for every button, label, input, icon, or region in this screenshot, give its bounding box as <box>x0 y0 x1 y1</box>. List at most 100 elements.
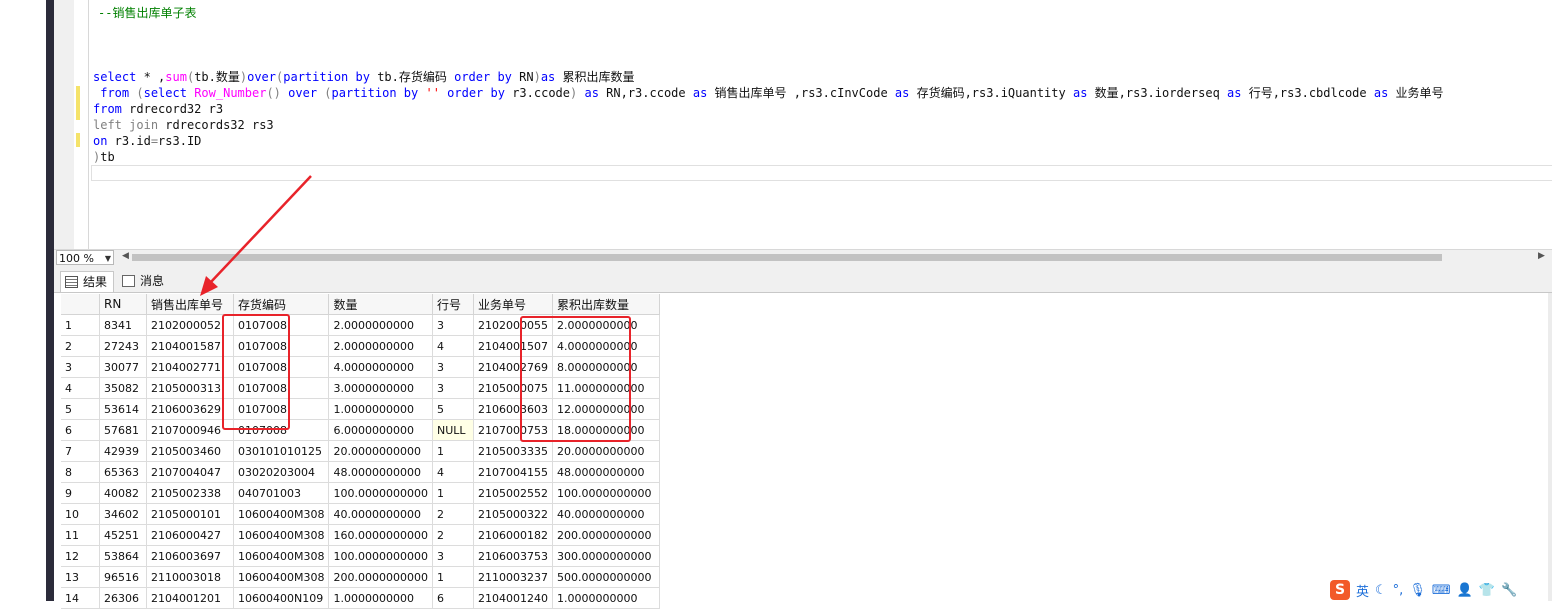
cell-quantity[interactable]: 2.0000000000 <box>328 335 433 357</box>
table-row[interactable]: 12 53864 2106003697 10600400M308 100.0000000… <box>61 545 660 567</box>
cell-cumulative-qty[interactable]: 40.0000000000 <box>552 503 660 525</box>
cell-rownum[interactable]: 4 <box>61 377 100 399</box>
table-row[interactable]: 14 26306 2104001201 10600400N109 1.000000000… <box>61 587 660 609</box>
cell-sales-order[interactable]: 2107000946 <box>146 419 234 441</box>
cell-inv-code[interactable]: 10600400M308 <box>233 545 330 567</box>
cell-line-no[interactable]: 2 <box>432 524 474 546</box>
horizontal-scrollbar-thumb[interactable] <box>132 254 1442 261</box>
header-rn[interactable]: RN <box>99 294 147 315</box>
cell-rn[interactable]: 35082 <box>99 377 147 399</box>
sogou-logo-icon[interactable]: S <box>1330 580 1350 600</box>
cell-rn[interactable]: 57681 <box>99 419 147 441</box>
cell-sales-order[interactable]: 2104002771 <box>146 356 234 378</box>
cell-rn[interactable]: 26306 <box>99 587 147 609</box>
header-rownum[interactable] <box>61 294 100 315</box>
cell-line-no[interactable]: 1 <box>432 482 474 504</box>
header-inv-code[interactable]: 存货编码 <box>233 294 330 315</box>
punctuation-icon[interactable]: °, <box>1393 583 1404 598</box>
cell-rownum[interactable]: 14 <box>61 587 100 609</box>
tab-messages[interactable]: 消息 <box>118 271 170 292</box>
table-row[interactable]: 13 96516 2110003018 10600400M308 200.0000000… <box>61 566 660 588</box>
cell-quantity[interactable]: 48.0000000000 <box>328 461 433 483</box>
cell-inv-code[interactable]: 10600400N109 <box>233 587 330 609</box>
cell-inv-code[interactable]: 030101010125 <box>233 440 330 462</box>
cell-rn[interactable]: 30077 <box>99 356 147 378</box>
wrench-icon[interactable]: 🔧 <box>1501 583 1517 598</box>
table-row[interactable]: 10 34602 2105000101 10600400M308 40.00000000… <box>61 503 660 525</box>
cell-sales-order[interactable]: 2104001587 <box>146 335 234 357</box>
table-row[interactable]: 7 42939 2105003460 030101010125 20.000000000… <box>61 440 660 462</box>
cell-cumulative-qty[interactable]: 300.0000000000 <box>552 545 660 567</box>
cell-line-no[interactable]: 4 <box>432 335 474 357</box>
cell-business-no[interactable]: 2110003237 <box>473 566 553 588</box>
cell-rownum[interactable]: 10 <box>61 503 100 525</box>
user-icon[interactable]: 👤 <box>1457 583 1473 598</box>
shirt-icon[interactable]: 👕 <box>1479 583 1495 598</box>
cell-line-no[interactable]: 5 <box>432 398 474 420</box>
cell-line-no[interactable]: 3 <box>432 356 474 378</box>
cell-rn[interactable]: 27243 <box>99 335 147 357</box>
cell-cumulative-qty[interactable]: 48.0000000000 <box>552 461 660 483</box>
cell-line-no[interactable]: 4 <box>432 461 474 483</box>
vertical-scrollbar[interactable] <box>1548 293 1552 601</box>
ime-toolbar[interactable]: S 英 ☾ °, 🎙 ⌨ 👤 👕 🔧 <box>1330 579 1540 601</box>
zoom-dropdown[interactable]: 100 % ▼ <box>56 250 114 265</box>
cell-inv-code[interactable]: 03020203004 <box>233 461 330 483</box>
moon-icon[interactable]: ☾ <box>1375 583 1387 598</box>
cell-sales-order[interactable]: 2102000052 <box>146 314 234 336</box>
scroll-right-icon[interactable]: ▶ <box>1538 251 1545 261</box>
cell-rownum[interactable]: 12 <box>61 545 100 567</box>
cell-rownum[interactable]: 11 <box>61 524 100 546</box>
cell-sales-order[interactable]: 2105003460 <box>146 440 234 462</box>
cell-rownum[interactable]: 6 <box>61 419 100 441</box>
cell-sales-order[interactable]: 2106003697 <box>146 545 234 567</box>
cell-line-no[interactable]: 1 <box>432 440 474 462</box>
cell-line-no[interactable]: 3 <box>432 545 474 567</box>
cell-quantity[interactable]: 40.0000000000 <box>328 503 433 525</box>
header-sales-order[interactable]: 销售出库单号 <box>146 294 234 315</box>
cell-business-no[interactable]: 2105000322 <box>473 503 553 525</box>
cell-rownum[interactable]: 1 <box>61 314 100 336</box>
cell-rownum[interactable]: 5 <box>61 398 100 420</box>
cell-rownum[interactable]: 9 <box>61 482 100 504</box>
cell-cumulative-qty[interactable]: 200.0000000000 <box>552 524 660 546</box>
cell-sales-order[interactable]: 2106000427 <box>146 524 234 546</box>
cell-line-no[interactable]: NULL <box>432 419 474 441</box>
cell-quantity[interactable]: 2.0000000000 <box>328 314 433 336</box>
cell-sales-order[interactable]: 2106003629 <box>146 398 234 420</box>
cell-rownum[interactable]: 3 <box>61 356 100 378</box>
header-quantity[interactable]: 数量 <box>328 294 433 315</box>
cell-quantity[interactable]: 20.0000000000 <box>328 440 433 462</box>
cell-business-no[interactable]: 2106000182 <box>473 524 553 546</box>
cell-sales-order[interactable]: 2110003018 <box>146 566 234 588</box>
cell-quantity[interactable]: 160.0000000000 <box>328 524 433 546</box>
cell-business-no[interactable]: 2106003753 <box>473 545 553 567</box>
cell-cumulative-qty[interactable]: 1.0000000000 <box>552 587 660 609</box>
cell-sales-order[interactable]: 2105000101 <box>146 503 234 525</box>
cell-rownum[interactable]: 8 <box>61 461 100 483</box>
cell-cumulative-qty[interactable]: 100.0000000000 <box>552 482 660 504</box>
cell-quantity[interactable]: 100.0000000000 <box>328 482 433 504</box>
cell-line-no[interactable]: 2 <box>432 503 474 525</box>
cell-line-no[interactable]: 3 <box>432 377 474 399</box>
cell-line-no[interactable]: 6 <box>432 587 474 609</box>
header-business-no[interactable]: 业务单号 <box>473 294 553 315</box>
header-cumulative-qty[interactable]: 累积出库数量 <box>552 294 660 315</box>
table-row[interactable]: 11 45251 2106000427 10600400M308 160.0000000… <box>61 524 660 546</box>
cell-rn[interactable]: 42939 <box>99 440 147 462</box>
cell-business-no[interactable]: 2105002552 <box>473 482 553 504</box>
cell-rn[interactable]: 8341 <box>99 314 147 336</box>
sql-editor[interactable]: --销售出库单子表 select * ,sum(tb.数量)over(parti… <box>0 0 1552 250</box>
cell-rownum[interactable]: 2 <box>61 335 100 357</box>
cell-rn[interactable]: 65363 <box>99 461 147 483</box>
cell-rn[interactable]: 45251 <box>99 524 147 546</box>
cell-quantity[interactable]: 200.0000000000 <box>328 566 433 588</box>
cell-quantity[interactable]: 6.0000000000 <box>328 419 433 441</box>
cell-sales-order[interactable]: 2107004047 <box>146 461 234 483</box>
cell-rn[interactable]: 34602 <box>99 503 147 525</box>
cell-cumulative-qty[interactable]: 500.0000000000 <box>552 566 660 588</box>
cell-rn[interactable]: 96516 <box>99 566 147 588</box>
cell-sales-order[interactable]: 2105000313 <box>146 377 234 399</box>
cell-quantity[interactable]: 1.0000000000 <box>328 398 433 420</box>
cell-line-no[interactable]: 1 <box>432 566 474 588</box>
